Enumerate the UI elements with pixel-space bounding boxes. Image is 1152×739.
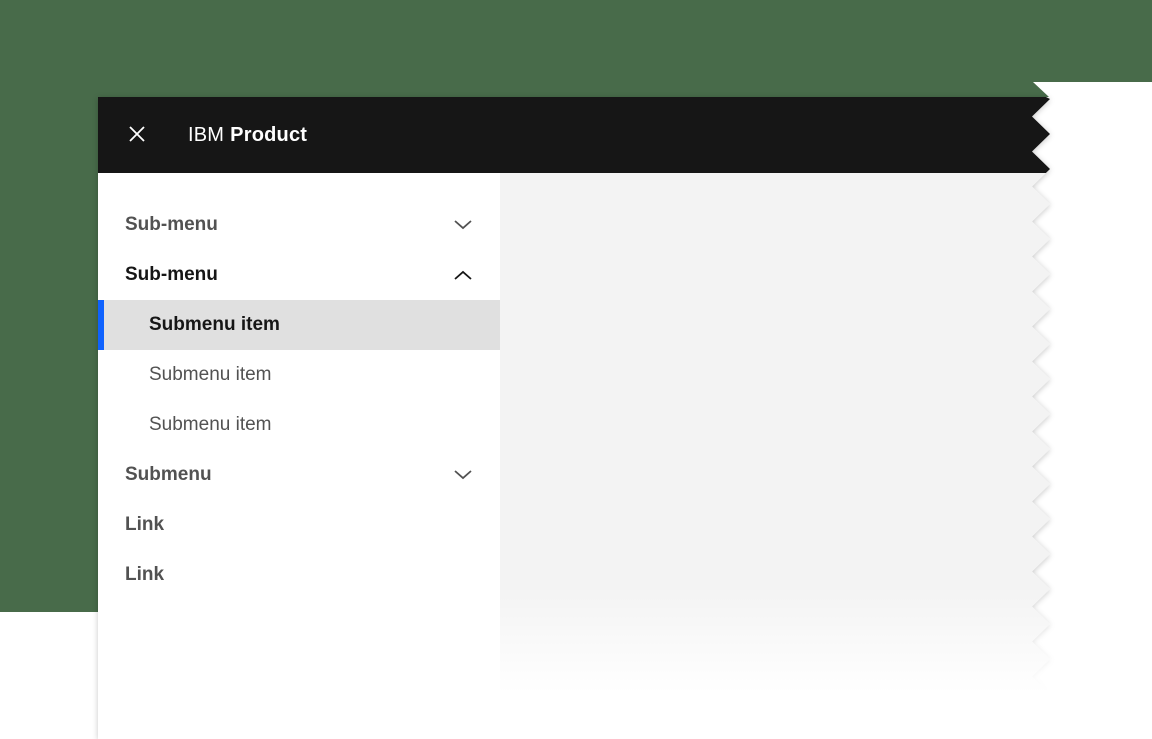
sidebar-item-submenu-item-3[interactable]: Submenu item — [98, 400, 500, 450]
sidebar-item-submenu-expanded[interactable]: Sub-menu — [98, 250, 500, 300]
background-green-band — [0, 0, 1152, 97]
sidebar-item-label: Submenu item — [149, 364, 272, 386]
sidebar-item-label: Link — [125, 564, 164, 586]
sidebar-item-label: Sub-menu — [125, 264, 218, 286]
sidebar-item-submenu-item-2[interactable]: Submenu item — [98, 350, 500, 400]
content-area — [500, 173, 1052, 739]
brand-title: IBM Product — [188, 124, 307, 147]
brand-name: Product — [230, 124, 307, 146]
background-green-column — [0, 0, 98, 612]
sidebar-item-link-2[interactable]: Link — [98, 550, 500, 600]
brand-prefix: IBM — [188, 124, 224, 146]
sidebar-item-label: Submenu item — [149, 314, 280, 336]
mockup-sheet: IBM Product Sub-menu Sub-menu — [98, 97, 1052, 739]
sidebar-item-submenu-collapsed-1[interactable]: Sub-menu — [98, 200, 500, 250]
sidebar-item-label: Link — [125, 514, 164, 536]
close-button[interactable] — [128, 126, 146, 144]
sheet-body: Sub-menu Sub-menu Submenu item — [98, 173, 1052, 739]
sidebar-item-link-1[interactable]: Link — [98, 500, 500, 550]
close-icon — [128, 125, 146, 146]
sidebar-item-submenu-collapsed-2[interactable]: Submenu — [98, 450, 500, 500]
sidebar-item-label: Submenu — [125, 464, 212, 486]
app-header: IBM Product — [98, 97, 1052, 173]
mockup-shadow-wrapper: IBM Product Sub-menu Sub-menu — [98, 97, 1052, 739]
page-canvas: IBM Product Sub-menu Sub-menu — [0, 0, 1152, 739]
chevron-up-icon — [454, 270, 472, 280]
chevron-down-icon — [454, 470, 472, 480]
sidebar-item-label: Sub-menu — [125, 214, 218, 236]
side-navigation: Sub-menu Sub-menu Submenu item — [98, 173, 500, 739]
chevron-down-icon — [454, 220, 472, 230]
sidebar-item-submenu-item-selected[interactable]: Submenu item — [98, 300, 500, 350]
sidebar-item-label: Submenu item — [149, 414, 272, 436]
